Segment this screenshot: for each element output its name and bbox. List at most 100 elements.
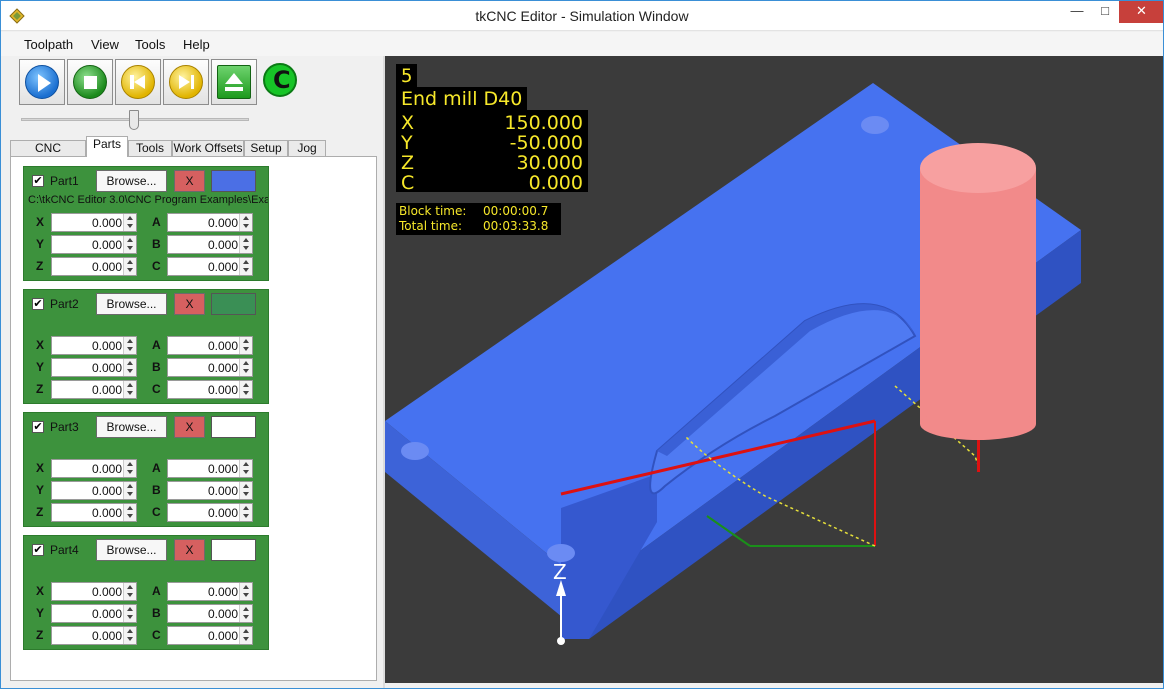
menu-tools[interactable]: Tools	[135, 37, 165, 52]
offset-b-stepper[interactable]	[167, 358, 253, 377]
offset-b-stepper[interactable]	[167, 235, 253, 254]
spin-arrows[interactable]	[123, 583, 136, 600]
spin-arrows[interactable]	[123, 359, 136, 376]
offset-y-input[interactable]	[52, 605, 124, 622]
offset-x-input[interactable]	[52, 214, 124, 231]
offset-y-stepper[interactable]	[51, 481, 137, 500]
offset-x-input[interactable]	[52, 583, 124, 600]
close-button[interactable]: ✕	[1119, 1, 1163, 23]
offset-c-input[interactable]	[168, 258, 240, 275]
spin-arrows[interactable]	[239, 381, 252, 398]
play-button[interactable]	[19, 59, 65, 105]
part-enabled-checkbox[interactable]: ✔	[32, 175, 44, 187]
offset-y-stepper[interactable]	[51, 235, 137, 254]
offset-b-stepper[interactable]	[167, 604, 253, 623]
offset-x-stepper[interactable]	[51, 459, 137, 478]
menu-toolpath[interactable]: Toolpath	[24, 37, 73, 52]
offset-a-stepper[interactable]	[167, 459, 253, 478]
stop-button[interactable]	[67, 59, 113, 105]
tab-jog[interactable]: Jog	[288, 140, 326, 157]
spin-arrows[interactable]	[239, 627, 252, 644]
title-bar[interactable]: tkCNC Editor - Simulation Window — □ ✕	[1, 1, 1163, 31]
remove-part-button[interactable]: X	[174, 293, 205, 315]
offset-y-input[interactable]	[52, 236, 124, 253]
spin-arrows[interactable]	[123, 236, 136, 253]
offset-c-stepper[interactable]	[167, 503, 253, 522]
offset-a-stepper[interactable]	[167, 213, 253, 232]
offset-b-input[interactable]	[168, 359, 240, 376]
maximize-button[interactable]: □	[1091, 1, 1119, 23]
spin-arrows[interactable]	[123, 504, 136, 521]
minimize-button[interactable]: —	[1063, 1, 1091, 23]
spin-arrows[interactable]	[123, 214, 136, 231]
offset-x-input[interactable]	[52, 337, 124, 354]
tab-cnc-program[interactable]: CNC Program	[10, 140, 86, 170]
spin-arrows[interactable]	[123, 605, 136, 622]
offset-a-input[interactable]	[168, 214, 240, 231]
offset-a-input[interactable]	[168, 583, 240, 600]
offset-b-input[interactable]	[168, 236, 240, 253]
offset-c-stepper[interactable]	[167, 626, 253, 645]
spin-arrows[interactable]	[123, 337, 136, 354]
part-color-swatch[interactable]	[211, 416, 256, 438]
part-enabled-checkbox[interactable]: ✔	[32, 421, 44, 433]
offset-b-stepper[interactable]	[167, 481, 253, 500]
spin-arrows[interactable]	[239, 359, 252, 376]
browse-button[interactable]: Browse...	[96, 539, 167, 561]
offset-z-stepper[interactable]	[51, 257, 137, 276]
offset-y-input[interactable]	[52, 359, 124, 376]
offset-z-stepper[interactable]	[51, 503, 137, 522]
offset-c-input[interactable]	[168, 627, 240, 644]
offset-y-input[interactable]	[52, 482, 124, 499]
offset-c-input[interactable]	[168, 381, 240, 398]
spin-arrows[interactable]	[239, 460, 252, 477]
offset-y-stepper[interactable]	[51, 358, 137, 377]
part-color-swatch[interactable]	[211, 170, 256, 192]
offset-a-stepper[interactable]	[167, 582, 253, 601]
spin-arrows[interactable]	[239, 605, 252, 622]
offset-z-input[interactable]	[52, 381, 124, 398]
menu-help[interactable]: Help	[183, 37, 210, 52]
remove-part-button[interactable]: X	[174, 539, 205, 561]
offset-x-stepper[interactable]	[51, 336, 137, 355]
browse-button[interactable]: Browse...	[96, 170, 167, 192]
spin-arrows[interactable]	[239, 482, 252, 499]
spin-arrows[interactable]	[239, 214, 252, 231]
tab-parts[interactable]: Parts	[86, 136, 128, 157]
offset-a-stepper[interactable]	[167, 336, 253, 355]
spin-arrows[interactable]	[239, 337, 252, 354]
forward-button[interactable]	[163, 59, 209, 105]
browse-button[interactable]: Browse...	[96, 293, 167, 315]
offset-z-input[interactable]	[52, 504, 124, 521]
browse-button[interactable]: Browse...	[96, 416, 167, 438]
offset-y-stepper[interactable]	[51, 604, 137, 623]
spin-arrows[interactable]	[239, 504, 252, 521]
spin-arrows[interactable]	[123, 381, 136, 398]
tab-tools[interactable]: Tools	[128, 140, 172, 157]
offset-c-input[interactable]	[168, 504, 240, 521]
spin-arrows[interactable]	[123, 627, 136, 644]
part-color-swatch[interactable]	[211, 293, 256, 315]
offset-z-input[interactable]	[52, 627, 124, 644]
part-color-swatch[interactable]	[211, 539, 256, 561]
speed-slider-thumb[interactable]	[129, 110, 139, 130]
offset-z-stepper[interactable]	[51, 626, 137, 645]
rewind-button[interactable]	[115, 59, 161, 105]
part-enabled-checkbox[interactable]: ✔	[32, 298, 44, 310]
offset-z-stepper[interactable]	[51, 380, 137, 399]
simulation-view[interactable]: 5 End mill D40 X 150.000 Y -50.000 Z 30.…	[385, 56, 1163, 683]
offset-x-stepper[interactable]	[51, 582, 137, 601]
tab-work-offsets[interactable]: Work Offsets	[172, 140, 244, 157]
spin-arrows[interactable]	[239, 583, 252, 600]
spin-arrows[interactable]	[239, 236, 252, 253]
offset-a-input[interactable]	[168, 337, 240, 354]
offset-a-input[interactable]	[168, 460, 240, 477]
menu-view[interactable]: View	[91, 37, 119, 52]
spin-arrows[interactable]	[123, 258, 136, 275]
eject-button[interactable]	[211, 59, 257, 105]
offset-b-input[interactable]	[168, 482, 240, 499]
spin-arrows[interactable]	[239, 258, 252, 275]
offset-c-stepper[interactable]	[167, 257, 253, 276]
remove-part-button[interactable]: X	[174, 416, 205, 438]
tab-setup[interactable]: Setup	[244, 140, 288, 157]
